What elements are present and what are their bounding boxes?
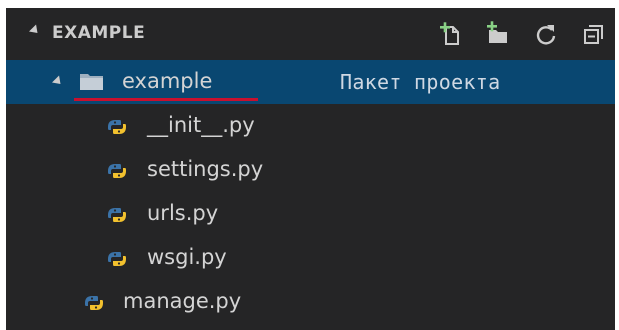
tree-item-label: settings.py: [147, 157, 264, 181]
folder-chevron-icon[interactable]: [51, 75, 65, 88]
python-file-icon: [104, 114, 130, 140]
tree-item-label: __init__.py: [147, 113, 255, 137]
annotation-underline: [74, 98, 258, 101]
explorer-panel: EXAMPLE example Пакет проекта __init__.p…: [6, 8, 615, 330]
folder-icon: [79, 69, 105, 95]
collapse-all-icon[interactable]: [581, 21, 607, 47]
python-file-icon: [104, 246, 130, 272]
python-file-icon: [104, 158, 130, 184]
python-file-icon: [81, 290, 107, 316]
tree-item-label: wsgi.py: [147, 245, 227, 269]
section-title: EXAMPLE: [52, 23, 146, 43]
explorer-section-header[interactable]: EXAMPLE: [6, 8, 615, 60]
tree-item-label: manage.py: [123, 289, 242, 313]
tree-item-root-file[interactable]: manage.py: [6, 280, 615, 324]
tree-item-description: Пакет проекта: [340, 70, 501, 94]
tree-item-label: example: [122, 69, 213, 93]
section-chevron-icon[interactable]: [28, 24, 42, 37]
tree-item-file[interactable]: settings.py: [6, 148, 615, 192]
tree-item-label: urls.py: [147, 201, 219, 225]
tree-item-file[interactable]: wsgi.py: [6, 236, 615, 280]
tree-item-file[interactable]: urls.py: [6, 192, 615, 236]
explorer-actions: [437, 21, 607, 47]
new-file-icon[interactable]: [437, 21, 463, 47]
tree-item-file[interactable]: __init__.py: [6, 104, 615, 148]
refresh-icon[interactable]: [533, 21, 559, 47]
new-folder-icon[interactable]: [485, 21, 511, 47]
tree-item-folder-example[interactable]: example Пакет проекта: [6, 60, 615, 104]
python-file-icon: [104, 202, 130, 228]
